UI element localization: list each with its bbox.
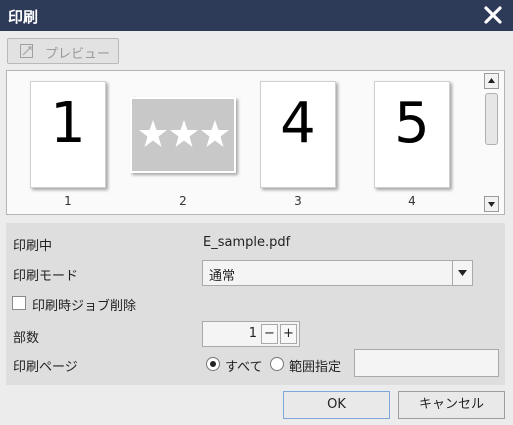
preview-button[interactable]: プレビュー [7, 38, 119, 64]
copies-stepper[interactable]: 1 − + [202, 321, 300, 347]
close-icon[interactable] [483, 5, 503, 25]
copies-label: 部数 [13, 331, 40, 346]
arrow-up-icon [488, 78, 495, 83]
printing-filename: E_sample.pdf [203, 235, 291, 250]
window-title: 印刷 [8, 8, 39, 26]
settings-panel: 印刷中 E_sample.pdf 印刷モード 通常 印刷時ジョブ削除 部数 1 … [6, 223, 505, 385]
pages-all-radio[interactable] [206, 357, 220, 371]
page-thumbnail-content: 1 [50, 91, 86, 156]
page-thumbnail-content: 5 [394, 91, 430, 156]
print-mode-label: 印刷モード [13, 269, 79, 284]
printing-label: 印刷中 [13, 239, 53, 254]
arrow-down-icon [488, 202, 495, 207]
pages-range-label: 範囲指定 [289, 360, 342, 375]
page-caption: 2 [179, 194, 187, 208]
stars-icon [139, 120, 229, 147]
copies-increment-button[interactable]: + [280, 324, 297, 344]
chevron-down-icon [458, 270, 467, 276]
page-thumbnail[interactable]: 5 [374, 81, 450, 188]
pages-range-radio[interactable] [270, 357, 284, 371]
preview-icon [20, 44, 33, 58]
print-mode-select[interactable]: 通常 [202, 260, 473, 286]
print-mode-value: 通常 [209, 269, 236, 284]
title-bar: 印刷 [0, 0, 513, 31]
delete-job-label: 印刷時ジョブ削除 [32, 299, 137, 314]
dropdown-button[interactable] [452, 261, 472, 285]
copies-value[interactable]: 1 [249, 326, 257, 341]
page-caption: 3 [294, 194, 302, 208]
scroll-up-button[interactable] [484, 73, 499, 89]
ok-button[interactable]: OK [283, 391, 390, 419]
page-thumbnail[interactable] [130, 97, 236, 173]
preview-scrollbar[interactable] [482, 71, 500, 214]
print-pages-label: 印刷ページ [13, 360, 78, 375]
pages-all-label: すべて [225, 360, 263, 375]
page-thumbnail[interactable]: 4 [260, 81, 336, 188]
page-caption: 4 [408, 194, 416, 208]
page-thumbnail-content: 4 [280, 91, 316, 156]
copies-decrement-button[interactable]: − [261, 324, 278, 344]
preview-button-label: プレビュー [45, 47, 111, 62]
page-caption: 1 [64, 194, 72, 208]
page-thumbnail[interactable]: 1 [30, 81, 106, 188]
scrollbar-thumb[interactable] [485, 93, 498, 145]
page-preview-area: 1 1 2 4 3 5 4 [6, 70, 505, 215]
page-range-input[interactable] [354, 349, 499, 377]
cancel-button[interactable]: キャンセル [398, 391, 505, 419]
delete-job-checkbox[interactable] [12, 296, 26, 310]
scroll-down-button[interactable] [484, 196, 499, 212]
